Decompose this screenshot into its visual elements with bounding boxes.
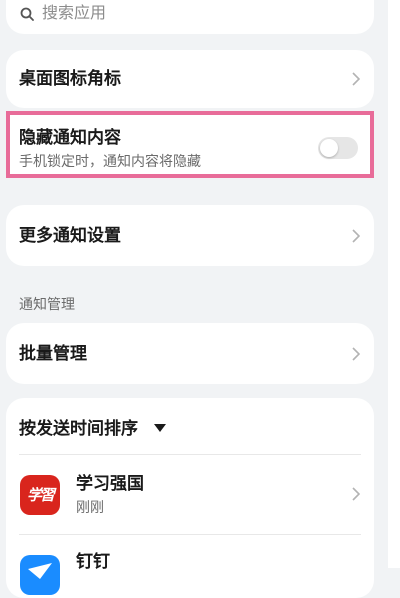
app-name: 钉钉 (76, 552, 110, 572)
dingtalk-app-icon (20, 555, 60, 595)
chevron-right-icon (352, 229, 360, 243)
section-label: 通知管理 (19, 297, 75, 313)
hide-content-label: 隐藏通知内容 (19, 128, 121, 148)
more-settings-row[interactable]: 更多通知设置 (6, 205, 374, 266)
chevron-right-icon (352, 347, 360, 361)
app-icon-text: 学習 (26, 486, 55, 504)
xuexi-qiangguo-app-icon: 学習 (20, 475, 60, 515)
app-list: 按发送时间排序 学習 学习强国 刚刚 钉钉 (6, 398, 374, 598)
caret-down-icon[interactable] (154, 424, 166, 432)
chevron-right-icon (352, 72, 360, 86)
chevron-right-icon (352, 487, 360, 501)
app-time: 刚刚 (76, 500, 104, 516)
hide-content-toggle[interactable] (318, 137, 358, 159)
side-strip (388, 0, 400, 568)
search-icon (20, 7, 34, 21)
search-bar[interactable]: 搜索应用 (6, 0, 374, 34)
search-input[interactable]: 搜索应用 (42, 1, 106, 25)
desktop-badge-row[interactable]: 桌面图标角标 (6, 50, 374, 108)
hide-content-description: 手机锁定时，通知内容将隐藏 (19, 154, 201, 170)
hide-content-row[interactable]: 隐藏通知内容 手机锁定时，通知内容将隐藏 (6, 111, 374, 178)
batch-manage-label: 批量管理 (19, 344, 87, 364)
app-list-item[interactable]: 学習 学习强国 刚刚 (6, 455, 374, 533)
desktop-badge-label: 桌面图标角标 (19, 69, 121, 89)
toggle-knob (320, 139, 338, 157)
app-list-item[interactable]: 钉钉 (6, 535, 374, 598)
app-name: 学习强国 (76, 474, 144, 494)
paper-plane-icon (28, 563, 52, 579)
sort-dropdown[interactable]: 按发送时间排序 (19, 417, 138, 441)
more-settings-label: 更多通知设置 (19, 226, 121, 246)
batch-manage-row[interactable]: 批量管理 (6, 323, 374, 384)
